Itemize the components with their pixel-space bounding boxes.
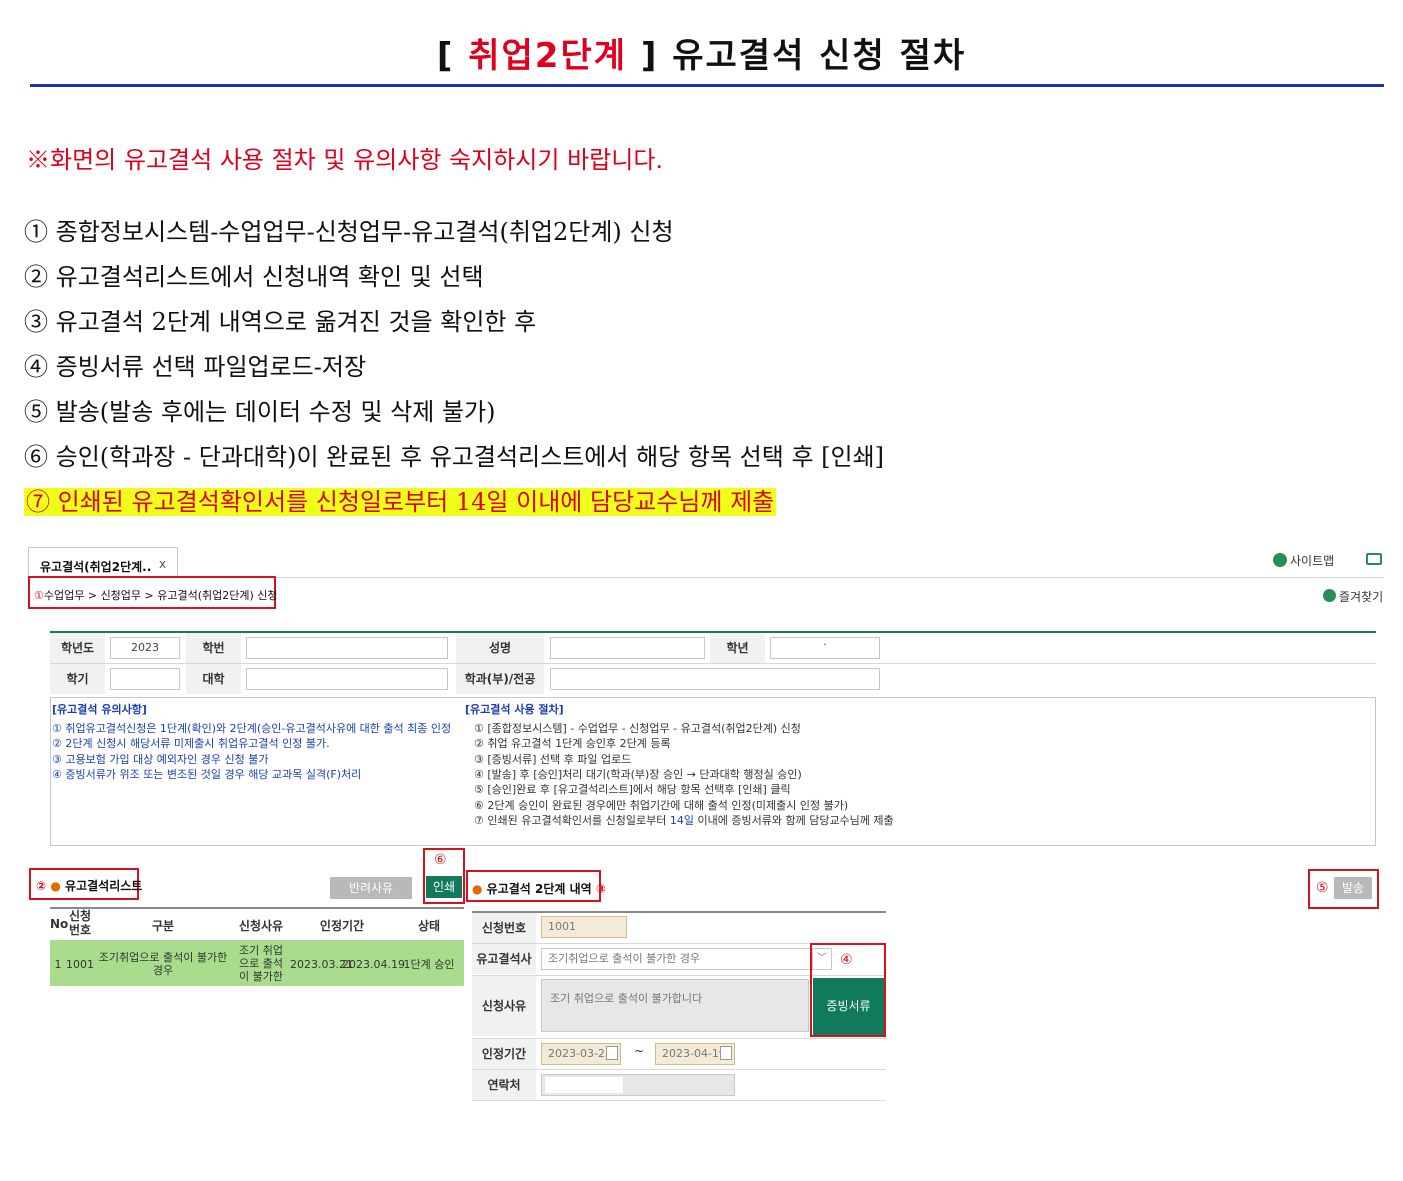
request-no-label: 신청번호 [472,913,536,943]
step2-step-number: ③ [595,882,607,896]
row-no: 1 [54,958,62,971]
college-label: 대학 [186,664,241,694]
college-field[interactable] [246,668,448,690]
step-1: ① 종합정보시스템-수업업무-신청업무-유고결석(취업2단계) 신청 [24,218,674,246]
period-label: 인정기간 [472,1039,536,1069]
step2-title: ● 유고결석 2단계 내역 ③ [472,880,606,897]
new-window-icon[interactable] [1366,553,1382,565]
absence-reason-label: 유고결석사유 [472,944,536,996]
procedure-line-5: ⑤ [승인]완료 후 [유고결석리스트]에서 해당 항목 선택후 [인쇄] 클릭 [474,783,791,796]
request-no-field[interactable]: 1001 [541,916,627,938]
bullet-icon: ● [472,882,483,896]
contact-label: 연락처 [472,1070,536,1100]
calendar-icon[interactable] [606,1046,618,1060]
send-step-number: ⑤ [1316,880,1329,896]
step-3: ③ 유고결석 2단계 내역으로 옮겨진 것을 확인한 후 [24,308,537,336]
caution-title: [유고결석 유의사항] [52,703,147,716]
step-6: ⑥ 승인(학과장 - 단과대학)이 완료된 후 유고결석리스트에서 해당 항목 … [24,443,885,471]
contact-redacted [545,1077,623,1093]
step-4: ④ 증빙서류 선택 파일업로드-저장 [24,353,367,381]
document-upload-button[interactable]: 증빙서류 [813,978,884,1035]
row-status: 1단계 승인 [403,958,455,971]
list-step-number: ② [36,879,47,893]
document-step-number: ④ [840,952,853,968]
col-request-no: 신청 번호 [68,909,92,937]
procedure-title: [유고결석 사용 절차] [465,703,564,716]
tab-close-icon[interactable]: x [159,557,166,571]
page-title: [ 취업2단계 ] 유고결석 신청 절차 [0,28,1403,77]
calendar-icon[interactable] [720,1046,732,1060]
procedure-days: 14일 [669,814,695,827]
col-period: 인정기간 [319,919,365,933]
step-2: ② 유고결석리스트에서 신청내역 확인 및 선택 [24,263,484,291]
send-button[interactable]: 발송 [1334,877,1372,899]
breadcrumb-step-number: ① [34,589,44,602]
procedure-line-6: ⑥ 2단계 승인이 완료된 경우에만 취업기간에 대해 출석 인정(미제출시 인… [474,799,849,812]
list-header-top-border [50,907,464,909]
bullet-icon: ● [50,879,61,893]
reject-reason-button[interactable]: 반려사유 [330,877,412,899]
student-id-field[interactable] [246,637,448,659]
row-end-date: 2023.04.19 [342,958,405,971]
department-field[interactable] [550,668,880,690]
title-divider [30,84,1384,87]
grade-field[interactable]: · [770,637,880,659]
name-field[interactable] [550,637,705,659]
favorites-link[interactable]: 즐겨찾기 [1339,588,1383,605]
row-request-no: 1001 [66,958,94,971]
procedure-line-1: ① [종합정보시스템] - 수업업무 - 신청업무 - 유고결석(취업2단계) … [474,722,801,735]
step-7: ⑦ 인쇄된 유고결석확인서를 신청일로부터 14일 이내에 담당교수님께 제출 [24,482,777,517]
caution-line-3: ③ 고용보험 가입 대상 예외자인 경우 신청 불가 [52,753,269,766]
procedure-line-2: ② 취업 유고결석 1단계 승인후 2단계 등록 [474,737,671,750]
procedure-line-7: ⑦ 인쇄된 유고결석확인서를 신청일로부터 14일 이내에 증빙서류와 함께 담… [474,813,894,829]
procedure-line-4: ④ [발송] 후 [승인]처리 대기(학과(부)장 승인 → 단과대학 행정실 … [474,768,802,781]
breadcrumb-path: 수업업무 > 신청업무 > 유고결석(취업2단계) 신청 [43,589,278,602]
procedure-line-7a: ⑦ 인쇄된 유고결석확인서를 신청일로부터 [474,814,670,827]
print-button[interactable]: 인쇄 [426,876,462,898]
col-reason: 신청사유 [238,919,284,933]
semester-field[interactable] [110,668,180,690]
list-title-text: 유고결석리스트 [65,879,143,893]
row-reason: 조기 취업 으로 출석 이 불가한 [239,944,283,983]
period-tilde: ~ [634,1044,645,1058]
sitemap-icon [1273,553,1287,567]
sitemap-link[interactable]: 사이트맵 [1290,552,1334,569]
step2-bottom-border [472,1100,886,1101]
title-open: [ [436,36,469,76]
procedure-line-3: ③ [증빙서류] 선택 후 파일 업로드 [474,753,632,766]
step-5: ⑤ 발송(발송 후에는 데이터 수정 및 삭제 불가) [24,398,496,426]
caution-line-4: ④ 증빙서류가 위조 또는 변조된 것일 경우 해당 교과목 실격(F)처리 [52,768,362,781]
print-step-number: ⑥ [434,852,447,868]
row-type: 조기취업으로 출석이 불가한 경우 [98,951,228,977]
star-icon [1323,589,1336,602]
year-field[interactable]: 2023 [110,637,180,659]
name-label: 성명 [456,633,544,663]
department-label: 학과(부)/전공 [456,664,544,694]
student-id-label: 학번 [186,633,241,663]
info-row-divider [50,663,1376,664]
notice-text: ※화면의 유고결석 사용 절차 및 유의사항 숙지하시기 바랍니다. [26,146,664,174]
list-title: ② ● 유고결석리스트 [36,877,142,894]
detail-reason-label: 신청사유 [472,976,536,1036]
grade-label: 학년 [710,633,765,663]
title-highlight: 취업2단계 [468,36,628,76]
absence-reason-select[interactable]: 조기취업으로 출석이 불가한 경우 [541,948,811,970]
title-rest: ] 유고결석 신청 절차 [627,36,967,76]
col-status: 상태 [417,919,441,933]
row-start-date: 2023.03.21 [290,958,353,971]
year-label: 학년도 [50,633,105,663]
procedure-line-7c: 이내에 증빙서류와 함께 담당교수님께 제출 [694,814,894,827]
caution-line-1: ① 취업유고결석신청은 1단계(확인)와 2단계(승인-유고결석사유에 대한 출… [52,722,452,735]
col-type: 구분 [151,919,175,933]
breadcrumb: ①수업업무 > 신청업무 > 유고결석(취업2단계) 신청 [34,587,278,603]
step-7-highlight: ⑦ 인쇄된 유고결석확인서를 신청일로부터 14일 이내에 담당교수님께 제출 [24,488,777,516]
caution-line-2: ② 2단계 신청시 해당서류 미제출시 취업유고결석 인정 불가. [52,737,330,750]
semester-label: 학기 [50,664,105,694]
col-no: No [50,917,69,931]
detail-reason-textarea[interactable]: 조기 취업으로 출석이 불가합니다 [541,979,809,1032]
step2-title-text: 유고결석 2단계 내역 [486,882,592,896]
app-tab-label: 유고결석(취업2단계.. [40,560,152,574]
